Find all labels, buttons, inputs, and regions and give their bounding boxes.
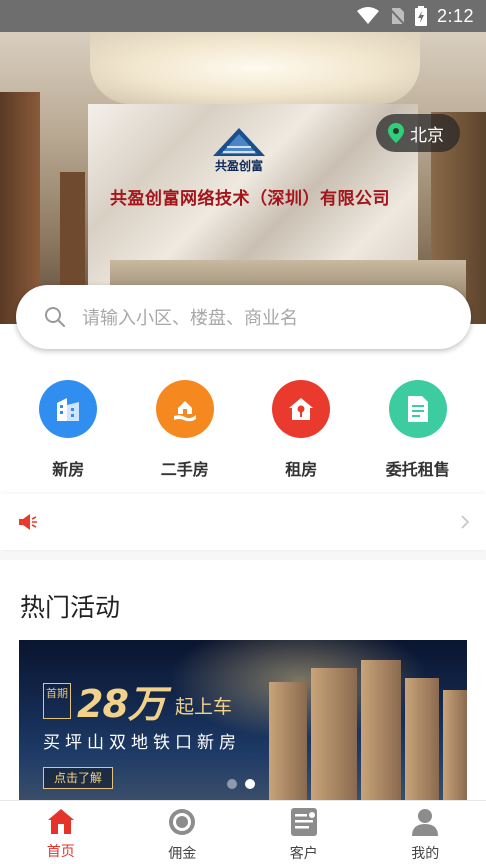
company-logo-icon (213, 128, 265, 156)
category-label: 二手房 (160, 460, 209, 479)
activity-banner[interactable]: 首期 28万 起上车 买坪山双地铁口新房 点击了解 (19, 640, 467, 800)
tab-mine[interactable]: 我的 (370, 801, 480, 864)
city-selector[interactable]: 北京 (376, 114, 460, 152)
category-second-hand[interactable]: 二手房 (130, 380, 240, 480)
chandelier (90, 32, 420, 104)
banner-headline-suffix: 起上车 (175, 696, 233, 718)
banner-subtitle: 买坪山双地铁口新房 (43, 733, 241, 753)
house-key-icon (272, 380, 331, 438)
category-rent[interactable]: 租房 (246, 380, 356, 480)
document-icon (388, 380, 447, 438)
banner-building (361, 660, 401, 800)
banner-learn-more-button[interactable]: 点击了解 (43, 767, 114, 789)
home-icon (47, 809, 74, 834)
megaphone-icon (19, 514, 37, 530)
status-bar: 2:12 (0, 0, 486, 32)
category-label: 新房 (52, 460, 85, 479)
category-entrust[interactable]: 委托租售 (363, 380, 473, 480)
wifi-icon (356, 7, 379, 24)
company-name: 共盈创富网络技术（深圳）有限公司 (110, 189, 390, 209)
logo-text: 共盈创富 (214, 159, 263, 173)
user-icon (412, 809, 439, 836)
banner-building (269, 682, 307, 800)
tab-label: 客户 (289, 846, 318, 862)
section-divider (0, 552, 486, 560)
location-pin-icon (388, 123, 404, 143)
category-nav: 新房 二手房 租房 委托租售 (0, 380, 486, 480)
status-time: 2:12 (436, 5, 474, 26)
section-title: 热门活动 (20, 593, 121, 622)
search-icon (45, 307, 65, 327)
building-icon (39, 380, 98, 438)
bottom-tab-bar: 首页 佣金 客户 我的 (0, 800, 486, 864)
tab-customer[interactable]: 客户 (249, 801, 359, 864)
battery-charging-icon (414, 6, 427, 26)
no-sim-icon (389, 8, 405, 25)
category-label: 委托租售 (385, 460, 450, 479)
coin-icon (169, 809, 196, 835)
category-new-house[interactable]: 新房 (13, 380, 123, 480)
city-label: 北京 (410, 125, 444, 146)
search-placeholder: 请输入小区、楼盘、商业名 (82, 308, 298, 329)
tab-label: 我的 (411, 846, 440, 862)
tab-label: 首页 (46, 844, 75, 860)
tab-home[interactable]: 首页 (6, 801, 116, 864)
banner-headline: 28万 (77, 682, 166, 726)
carousel-indicator (227, 779, 255, 789)
notice-bar[interactable] (0, 494, 486, 550)
banner-tag: 首期 (43, 683, 71, 719)
carousel-dot[interactable] (227, 779, 237, 789)
banner-building (405, 678, 439, 800)
category-label: 租房 (285, 460, 318, 479)
carousel-dot-active[interactable] (245, 779, 255, 789)
hero-banner[interactable]: 共盈创富 共盈创富网络技术（深圳）有限公司 北京 (0, 32, 486, 324)
tab-label: 佣金 (168, 846, 197, 862)
tab-commission[interactable]: 佣金 (127, 801, 237, 864)
search-input[interactable]: 请输入小区、楼盘、商业名 (16, 285, 471, 349)
customer-card-icon (290, 808, 317, 836)
chevron-right-icon (461, 515, 470, 529)
banner-building (311, 668, 357, 800)
house-hand-icon (155, 380, 214, 438)
banner-building (443, 690, 467, 800)
